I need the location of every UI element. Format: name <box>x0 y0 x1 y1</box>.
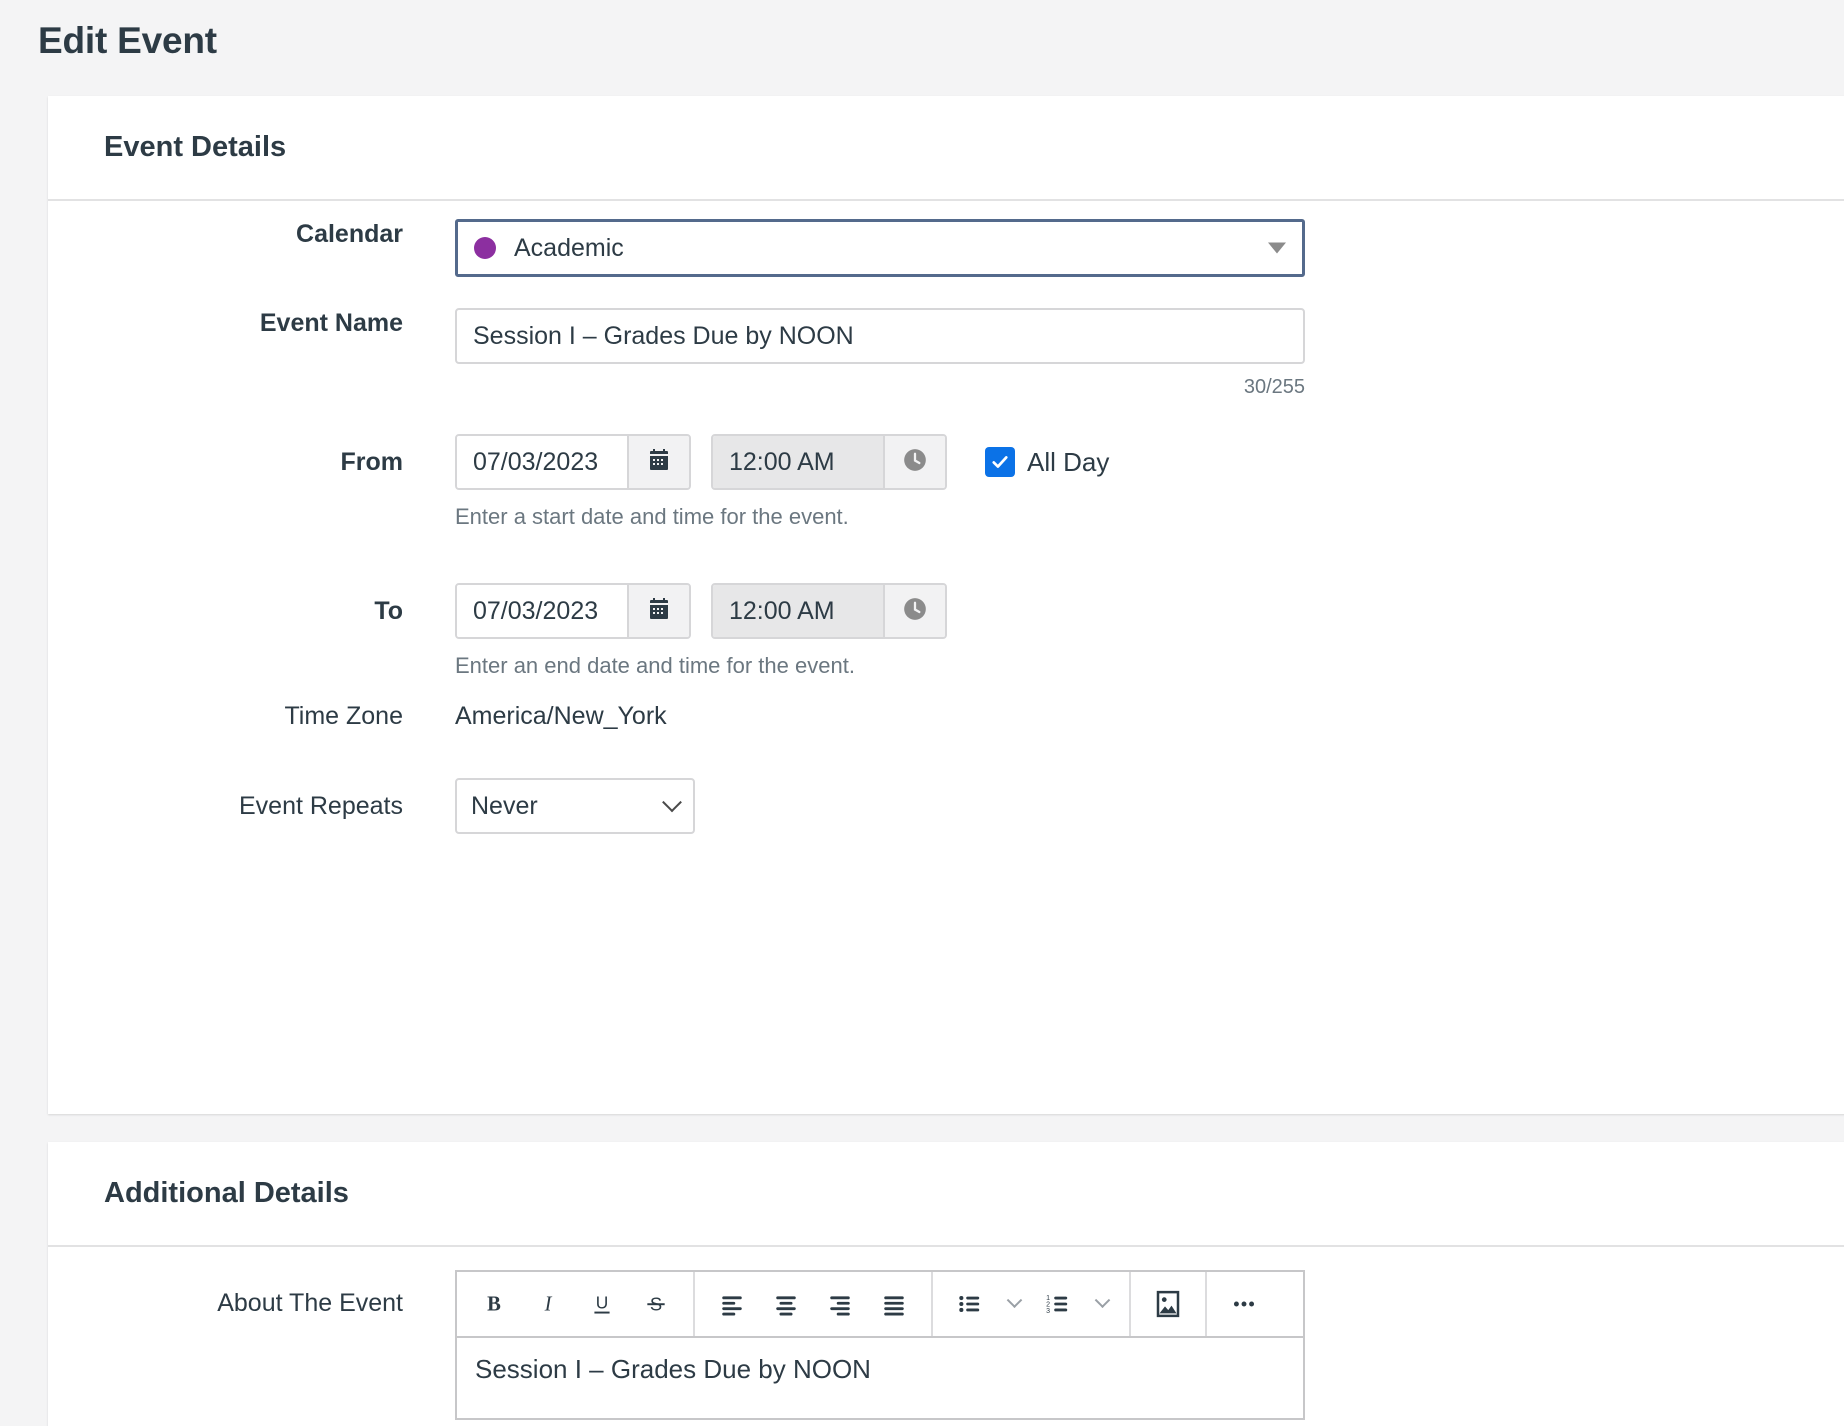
from-hint: Enter a start date and time for the even… <box>455 504 849 529</box>
more-options-icon[interactable] <box>1217 1272 1271 1336</box>
to-field: Enter an end date and time for the event… <box>455 583 947 679</box>
additional-details-card: Additional Details About The Event B I U… <box>48 1142 1844 1426</box>
italic-icon[interactable]: I <box>521 1272 575 1336</box>
strikethrough-icon[interactable]: S <box>629 1272 683 1336</box>
additional-details-heading: Additional Details <box>104 1177 349 1209</box>
row-about-the-event: About The Event B I U S 1 2 3 Session I … <box>48 1270 1305 1420</box>
chevron-down-icon <box>662 792 682 813</box>
to-date-input[interactable] <box>457 585 627 637</box>
calendar-color-dot <box>474 237 496 259</box>
to-label: To <box>374 597 403 625</box>
event-name-input[interactable] <box>455 308 1305 364</box>
event-name-field: 30/255 <box>455 308 1305 399</box>
page-title: Edit Event <box>38 20 217 61</box>
row-event-name: Event Name 30/255 <box>48 308 1305 399</box>
all-day-checkbox-wrap[interactable]: All Day <box>985 447 1109 478</box>
time-zone-label: Time Zone <box>284 702 403 730</box>
from-label: From <box>340 448 404 476</box>
row-from: From 07/03/2023 12:00 AM All Day Enter a… <box>48 434 1109 530</box>
time-zone-field: America/New_York <box>455 688 667 744</box>
event-repeats-selected-value: Never <box>471 791 538 820</box>
toolbar-group-media <box>1131 1272 1207 1336</box>
to-datetime-group <box>455 583 947 639</box>
event-name-label: Event Name <box>259 309 403 337</box>
toolbar-group-alignment <box>695 1272 933 1336</box>
event-repeats-label: Event Repeats <box>239 792 403 820</box>
to-calendar-icon-button[interactable] <box>627 585 689 637</box>
row-to: To 07/03/2023 12:00 AM Enter an end date… <box>48 583 947 679</box>
event-name-char-counter: 30/255 <box>1243 376 1305 398</box>
svg-text:I: I <box>544 1294 553 1316</box>
about-the-event-label: About The Event <box>217 1289 403 1317</box>
additional-details-header: Additional Details <box>48 1142 1844 1247</box>
toolbar-group-text-style: B I U S <box>457 1272 695 1336</box>
bulleted-list-icon[interactable] <box>943 1272 997 1336</box>
to-time-input <box>713 585 883 637</box>
event-repeats-select[interactable]: Never <box>455 778 695 834</box>
row-calendar: Calendar Academic <box>48 219 1305 277</box>
rich-text-toolbar: B I U S 1 2 3 <box>457 1272 1303 1338</box>
from-date-input[interactable] <box>457 436 627 488</box>
calendar-icon <box>647 597 671 626</box>
edit-event-page: Edit Event 7 Event Details Calendar Acad… <box>0 0 1844 1426</box>
clock-icon <box>902 596 928 627</box>
numbered-list-chevron-icon[interactable] <box>1085 1272 1119 1336</box>
from-date-combo <box>455 434 691 490</box>
numbered-list-icon[interactable]: 1 2 3 <box>1031 1272 1085 1336</box>
bulleted-list-chevron-icon[interactable] <box>997 1272 1031 1336</box>
align-justify-icon[interactable] <box>867 1272 921 1336</box>
about-the-event-content[interactable]: Session I – Grades Due by NOON <box>457 1338 1303 1418</box>
to-time-combo <box>711 583 947 639</box>
from-field: All Day Enter a start date and time for … <box>455 434 1109 530</box>
calendar-select[interactable]: Academic <box>455 219 1305 277</box>
event-repeats-field: Never <box>455 778 695 834</box>
from-time-combo <box>711 434 947 490</box>
svg-text:U: U <box>596 1292 609 1312</box>
time-zone-value: America/New_York <box>455 702 667 730</box>
image-icon[interactable] <box>1141 1272 1195 1336</box>
event-details-heading: Event Details <box>104 131 287 163</box>
align-center-icon[interactable] <box>759 1272 813 1336</box>
from-time-input <box>713 436 883 488</box>
from-calendar-icon-button[interactable] <box>627 436 689 488</box>
toolbar-group-lists: 1 2 3 <box>933 1272 1131 1336</box>
all-day-label: All Day <box>1027 446 1110 477</box>
event-details-card: Event Details Calendar Academic Event Na… <box>48 96 1844 1114</box>
svg-text:3: 3 <box>1046 1308 1050 1315</box>
underline-icon[interactable]: U <box>575 1272 629 1336</box>
row-time-zone: Time Zone America/New_York <box>48 688 667 744</box>
rich-text-editor: B I U S 1 2 3 Session I – Grades Due by … <box>455 1270 1305 1420</box>
clock-icon <box>902 447 928 478</box>
calendar-field: Academic <box>455 219 1305 277</box>
all-day-checkbox[interactable] <box>985 447 1015 477</box>
svg-text:B: B <box>487 1294 501 1316</box>
to-date-combo <box>455 583 691 639</box>
about-the-event-field: B I U S 1 2 3 Session I – Grades Due by … <box>455 1270 1305 1420</box>
row-event-repeats: Event Repeats Never <box>48 778 695 834</box>
to-hint: Enter an end date and time for the event… <box>455 653 855 678</box>
to-clock-icon-button <box>883 585 945 637</box>
from-datetime-group: All Day <box>455 434 1109 490</box>
event-details-header: Event Details <box>48 96 1844 201</box>
from-clock-icon-button <box>883 436 945 488</box>
bold-icon[interactable]: B <box>467 1272 521 1336</box>
align-right-icon[interactable] <box>813 1272 867 1336</box>
calendar-icon <box>647 448 671 477</box>
caret-down-icon <box>1268 242 1286 254</box>
toolbar-group-more <box>1207 1272 1281 1336</box>
align-left-icon[interactable] <box>705 1272 759 1336</box>
calendar-label: Calendar <box>296 220 403 248</box>
calendar-selected-value: Academic <box>514 233 624 262</box>
